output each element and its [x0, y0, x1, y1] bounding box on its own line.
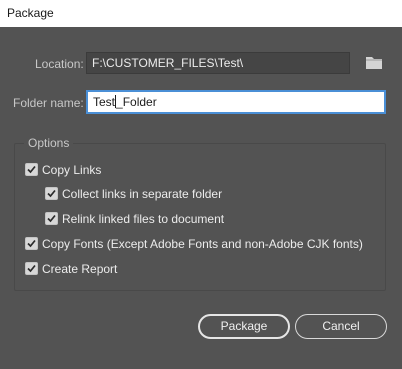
- checkmark-icon: [47, 214, 56, 223]
- folder-name-text-after-caret: _Folder: [116, 95, 157, 109]
- copy-links-checkbox[interactable]: [25, 163, 38, 176]
- relink-checkbox[interactable]: [45, 212, 58, 225]
- options-legend: Options: [24, 136, 74, 150]
- folder-name-text-before-caret: Test: [93, 95, 116, 109]
- folder-icon[interactable]: [365, 55, 383, 70]
- package-button[interactable]: Package: [198, 314, 290, 339]
- folder-name-input[interactable]: Test_Folder: [87, 91, 385, 113]
- checkmark-icon: [47, 189, 56, 198]
- location-field[interactable]: F:\CUSTOMER_FILES\Test\: [86, 52, 350, 74]
- create-report-label: Create Report: [42, 262, 118, 276]
- checkmark-icon: [27, 264, 36, 273]
- copy-links-label: Copy Links: [42, 163, 102, 177]
- create-report-checkbox[interactable]: [25, 262, 38, 275]
- location-label: Location:: [35, 57, 84, 71]
- checkmark-icon: [27, 165, 36, 174]
- checkmark-icon: [27, 239, 36, 248]
- folder-name-label: Folder name:: [13, 96, 84, 110]
- relink-label: Relink linked files to document: [62, 212, 225, 226]
- copy-fonts-checkbox[interactable]: [25, 237, 38, 250]
- copy-fonts-label: Copy Fonts (Except Adobe Fonts and non-A…: [42, 237, 363, 251]
- cancel-button[interactable]: Cancel: [295, 314, 387, 339]
- window-title: Package: [7, 6, 54, 20]
- collect-links-label: Collect links in separate folder: [62, 187, 223, 201]
- package-dialog: Package Location: F:\CUSTOMER_FILES\Test…: [0, 0, 402, 369]
- collect-links-checkbox[interactable]: [45, 187, 58, 200]
- title-bar: Package: [0, 0, 402, 27]
